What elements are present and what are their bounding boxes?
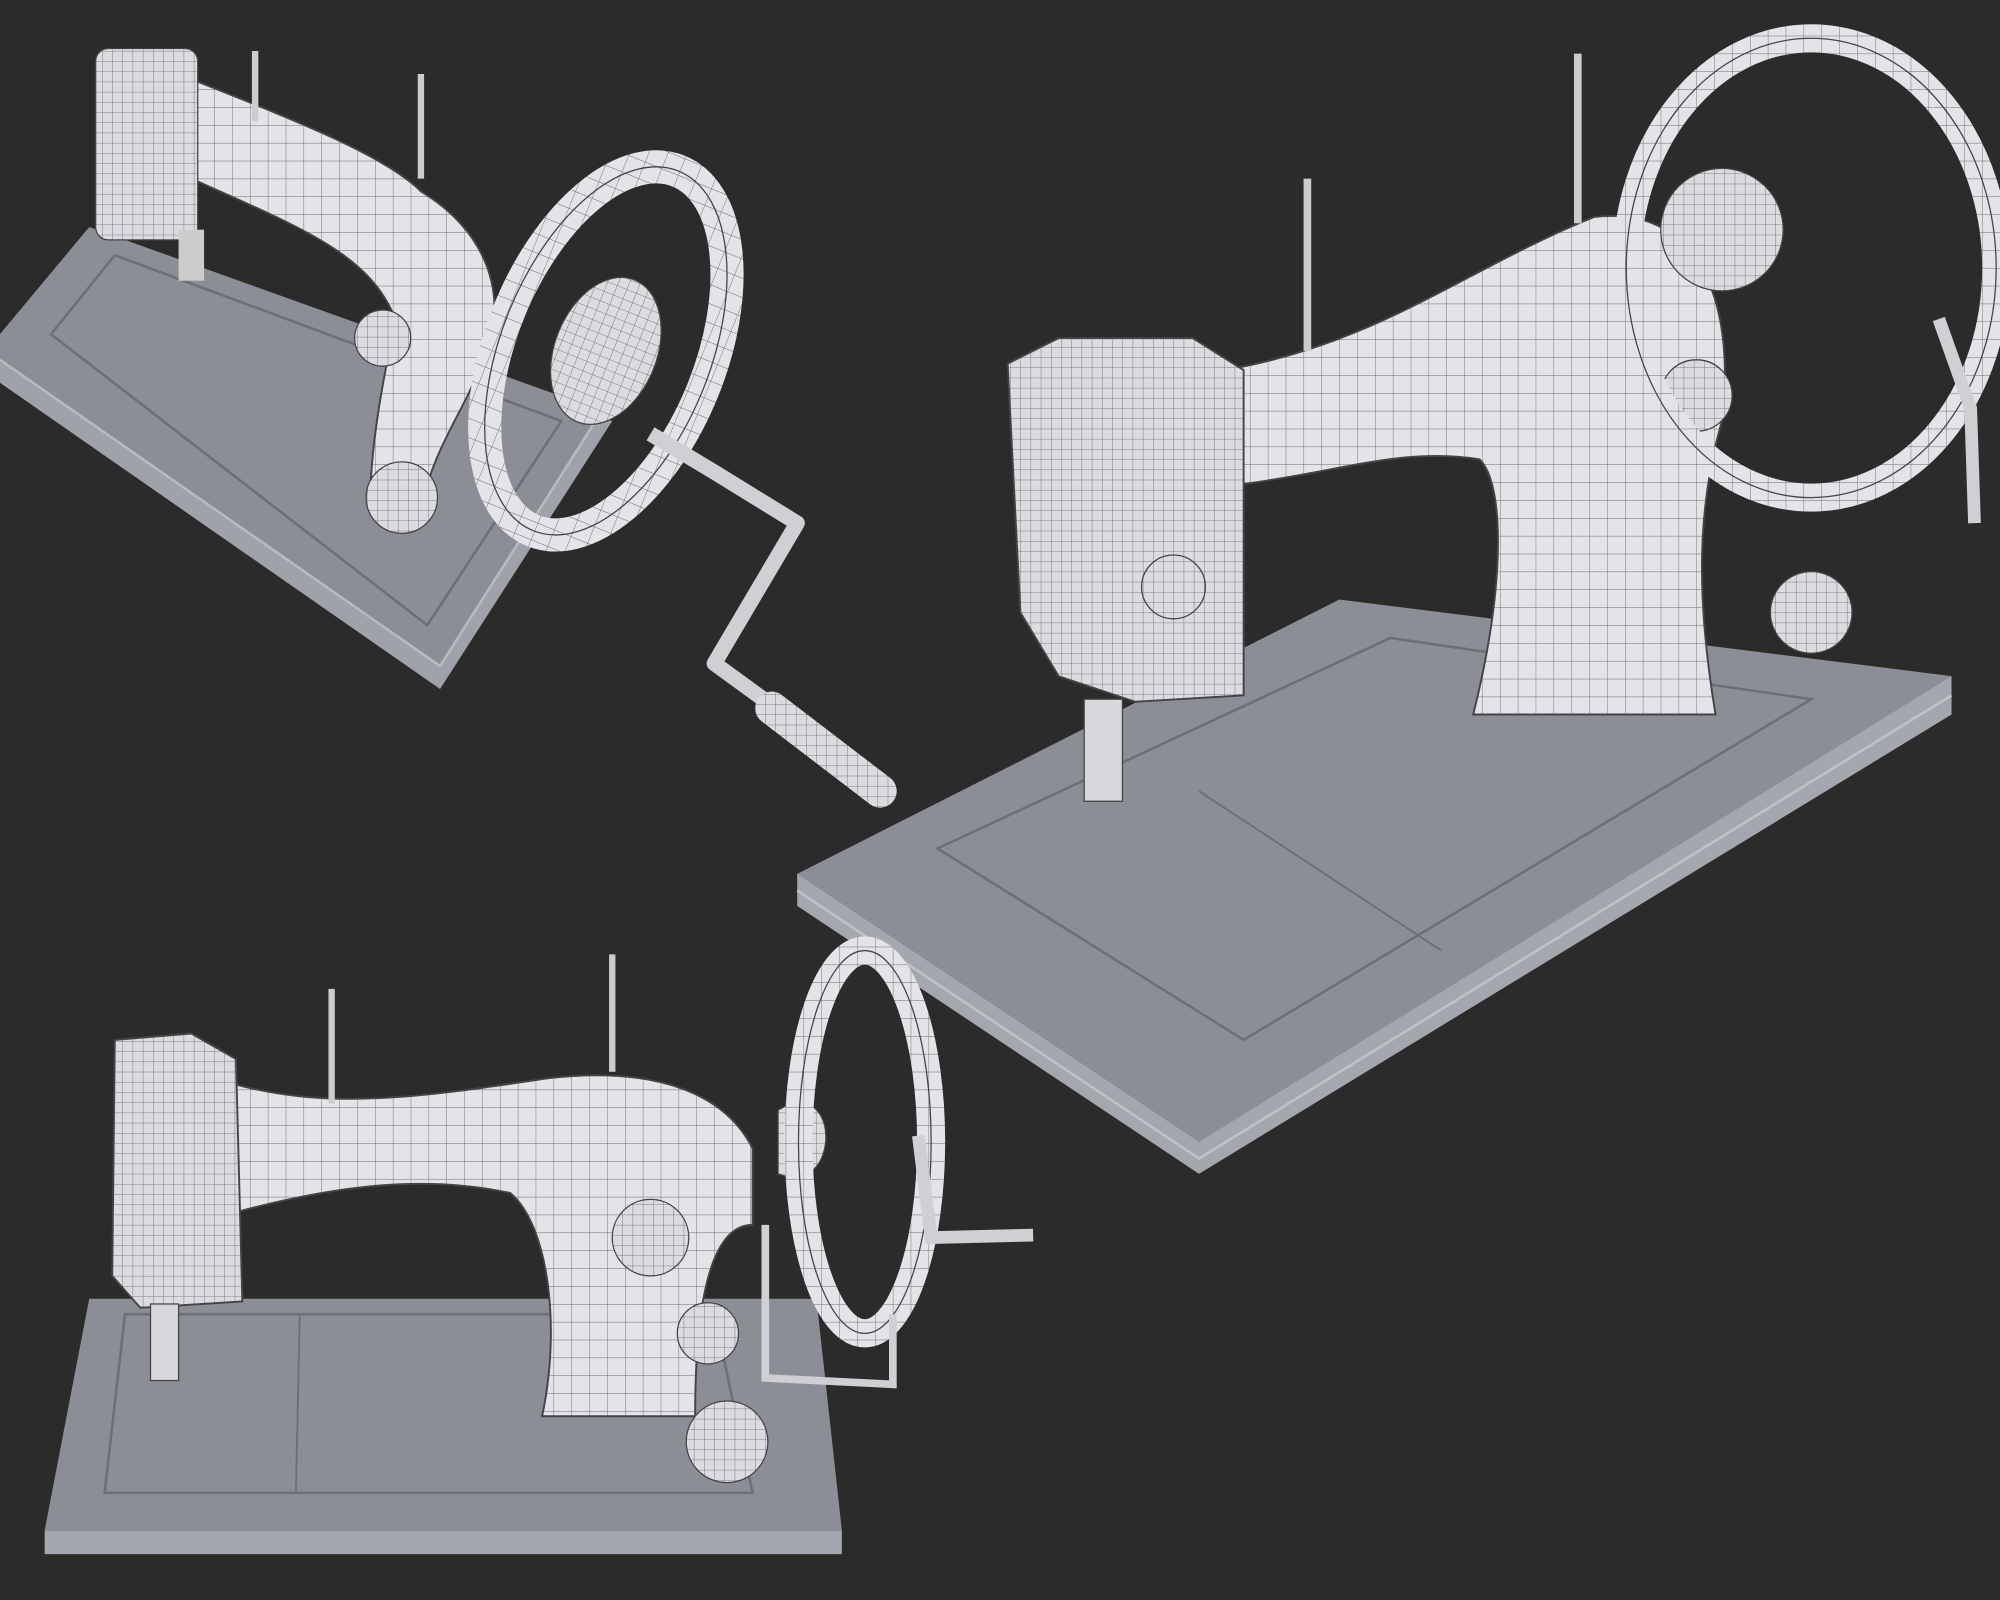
render-scene [0, 0, 2000, 1600]
